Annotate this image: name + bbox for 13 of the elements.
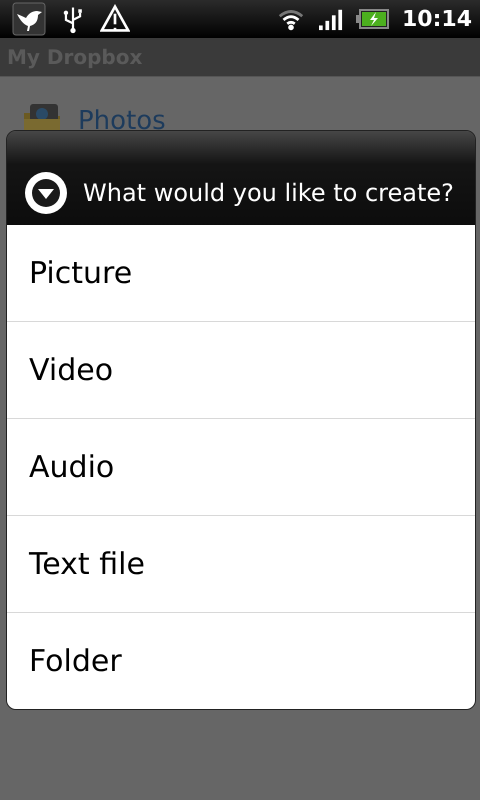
menu-option[interactable]: Picture: [7, 225, 475, 321]
menu-option[interactable]: Folder: [7, 612, 475, 709]
clock-time: 10:14: [402, 6, 472, 32]
menu-option[interactable]: Text file: [7, 515, 475, 612]
menu-option[interactable]: Video: [7, 321, 475, 418]
battery-charging-icon: [356, 8, 390, 30]
folder-name: Photos: [78, 106, 166, 136]
menu-option[interactable]: Audio: [7, 418, 475, 515]
warning-icon: [100, 4, 130, 34]
signal-icon: [318, 7, 344, 31]
bird-icon: [12, 2, 46, 36]
dialog-title: What would you like to create?: [83, 179, 454, 207]
dropdown-circle-icon: [23, 170, 69, 216]
